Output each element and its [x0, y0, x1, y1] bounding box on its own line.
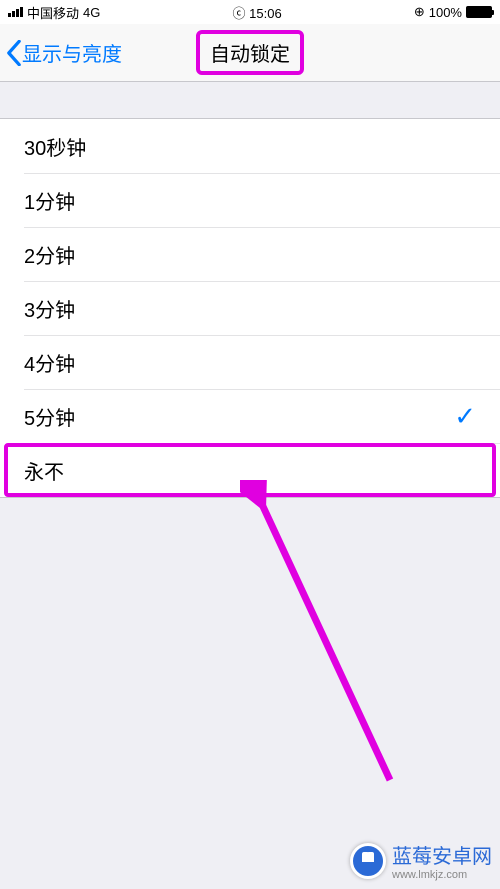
- network-label: 4G: [83, 5, 100, 20]
- signal-icon: [8, 7, 23, 17]
- option-label: 永不: [24, 456, 64, 485]
- option-row[interactable]: 5分钟 ✓: [0, 389, 500, 443]
- battery-icon: [466, 6, 492, 18]
- page-title: 自动锁定: [196, 30, 304, 75]
- watermark-icon: [350, 843, 386, 879]
- option-label: 2分钟: [24, 240, 75, 269]
- status-bar: 中国移动 4G ⓒ 15:06 ⊕ 100%: [0, 0, 500, 24]
- options-list: 30秒钟 1分钟 2分钟 3分钟 4分钟 5分钟 ✓ 永不: [0, 118, 500, 498]
- carrier-label: 中国移动: [27, 3, 79, 22]
- option-row[interactable]: 2分钟: [0, 227, 500, 281]
- back-button[interactable]: 显示与亮度: [0, 38, 122, 67]
- option-label: 30秒钟: [24, 132, 86, 161]
- option-row[interactable]: 3分钟: [0, 281, 500, 335]
- option-row[interactable]: 30秒钟: [0, 119, 500, 173]
- watermark-url: www.lmkjz.com: [392, 869, 492, 881]
- chevron-left-icon: [6, 40, 22, 66]
- watermark-text: 蓝莓安卓网: [392, 840, 492, 869]
- checkmark-icon: ✓: [454, 401, 476, 432]
- hotspot-time: ⓒ 15:06: [233, 3, 282, 22]
- back-label: 显示与亮度: [22, 38, 122, 67]
- hotspot-icon: ⓒ: [233, 6, 246, 21]
- watermark: 蓝莓安卓网 www.lmkjz.com: [350, 840, 492, 881]
- option-row[interactable]: 永不: [0, 443, 500, 497]
- clock: 15:06: [249, 6, 282, 21]
- option-label: 1分钟: [24, 186, 75, 215]
- option-label: 4分钟: [24, 348, 75, 377]
- annotation-arrow: [240, 480, 410, 800]
- option-label: 5分钟: [24, 402, 75, 431]
- option-row[interactable]: 4分钟: [0, 335, 500, 389]
- nav-bar: 显示与亮度 自动锁定: [0, 24, 500, 82]
- orientation-lock-icon: ⊕: [414, 4, 425, 20]
- battery-pct: 100%: [429, 5, 462, 20]
- option-label: 3分钟: [24, 294, 75, 323]
- option-row[interactable]: 1分钟: [0, 173, 500, 227]
